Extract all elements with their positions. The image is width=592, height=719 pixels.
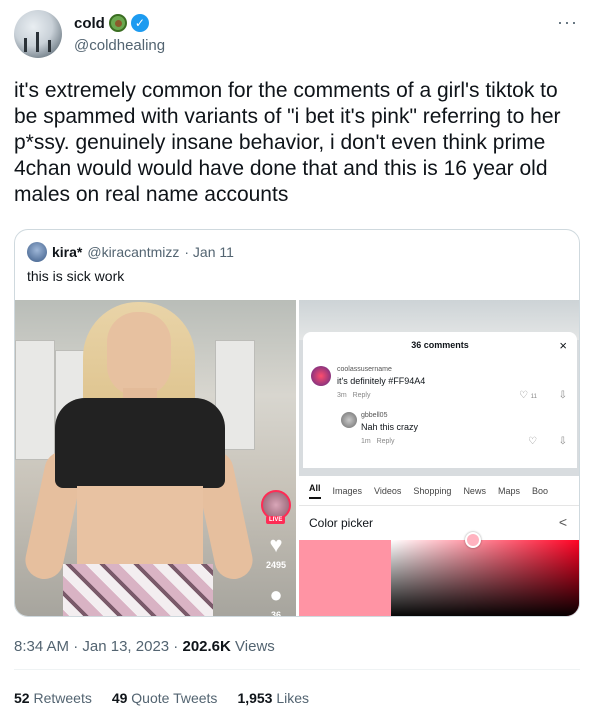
comment-age: 3m <box>337 392 347 399</box>
search-tabs: All Images Videos Shopping News Maps Boo <box>299 476 579 506</box>
tweet-text: it's extremely common for the comments o… <box>14 79 561 206</box>
search-tab[interactable]: Images <box>333 486 363 496</box>
quoted-tweet[interactable]: kira* @kiracantmizz · Jan 11 this is sic… <box>14 229 580 617</box>
quoted-tweet-date[interactable]: · Jan 11 <box>184 244 234 260</box>
tweet-header: cold ✓ @coldhealing ··· <box>14 10 580 60</box>
author-display-name[interactable]: cold <box>74 15 105 32</box>
comment-text: Nah this crazy <box>361 422 419 432</box>
author-avatar[interactable] <box>14 10 62 58</box>
quoted-author-avatar[interactable] <box>27 242 47 262</box>
comment-meta: 3m Reply <box>337 392 370 399</box>
quotes-label: Quote Tweets <box>131 690 218 706</box>
retweets-count: 52 <box>14 690 30 706</box>
like-count: 2495 <box>265 560 287 570</box>
author-handle[interactable]: @coldhealing <box>74 37 165 54</box>
comment-avatar[interactable] <box>341 412 357 428</box>
tweet-time[interactable]: 8:34 AM <box>14 638 69 655</box>
dislike-icon[interactable]: ⇩ <box>559 390 567 401</box>
comment-age: 1m <box>361 438 371 445</box>
search-tab[interactable]: Boo <box>532 486 548 496</box>
dislike-icon[interactable]: ⇩ <box>559 436 567 447</box>
verified-badge-icon: ✓ <box>130 14 149 32</box>
quoted-tweet-text: this is sick work <box>27 268 125 284</box>
search-tab[interactable]: Shopping <box>413 486 451 496</box>
likes-count: 1,953 <box>237 690 273 706</box>
comment-item: coolassusername it's definitely #FF94A4 … <box>311 366 569 406</box>
retweets-stat[interactable]: 52 Retweets <box>14 690 92 706</box>
heart-outline-icon[interactable]: ♡ 11 <box>519 390 537 401</box>
quoted-media-left-image[interactable]: LIVE ♥ 2495 ● 36 ▮ 80 <box>15 300 296 617</box>
color-picker-header: Color picker < <box>299 506 579 540</box>
author-name-row: cold ✓ <box>74 14 149 32</box>
heart-outline-icon[interactable]: ♡ <box>528 436 537 447</box>
quoted-author-handle[interactable]: @kiracantmizz <box>87 244 179 260</box>
search-tab[interactable]: All <box>309 483 321 499</box>
comment-item: gbbell05 Nah this crazy 1m Reply ♡ ⇩ <box>341 412 569 456</box>
search-tab[interactable]: News <box>463 486 486 496</box>
color-picker-knob[interactable] <box>465 532 481 548</box>
tiktok-action-column: LIVE ♥ 2495 ● 36 ▮ 80 <box>259 490 293 617</box>
heart-icon[interactable]: ♥ <box>264 534 288 556</box>
comment-count: 36 <box>270 610 281 617</box>
search-tab[interactable]: Maps <box>498 486 520 496</box>
comments-sheet-title: 36 comments <box>411 340 469 350</box>
comment-icon[interactable]: ● <box>264 584 288 606</box>
views-label: Views <box>235 638 275 655</box>
comment-username[interactable]: coolassusername <box>337 366 392 373</box>
comment-username[interactable]: gbbell05 <box>361 412 387 419</box>
color-swatch <box>299 540 391 616</box>
quoted-author-name[interactable]: kira* <box>52 244 82 260</box>
comment-text: it's definitely #FF94A4 <box>337 376 426 386</box>
color-picker-title: Color picker <box>309 516 374 530</box>
reply-link[interactable]: Reply <box>353 392 371 399</box>
likes-label: Likes <box>276 690 310 706</box>
divider <box>14 669 580 670</box>
live-avatar-icon[interactable]: LIVE <box>261 490 291 524</box>
tweet-timestamp: 8:34 AM · Jan 13, 2023 · 202.6K Views <box>14 638 275 655</box>
retweets-label: Retweets <box>33 690 92 706</box>
live-badge: LIVE <box>266 516 286 524</box>
quotes-stat[interactable]: 49 Quote Tweets <box>112 690 218 706</box>
close-icon[interactable]: × <box>559 338 567 353</box>
comments-sheet: 36 comments × coolassusername it's defin… <box>303 332 577 468</box>
tweet-date[interactable]: Jan 13, 2023 <box>82 638 169 655</box>
share-icon[interactable]: < <box>559 514 567 530</box>
views-count: 202.6K <box>182 638 231 655</box>
engagement-stats: 52 Retweets 49 Quote Tweets 1,953 Likes <box>14 690 309 706</box>
quoted-tweet-header: kira* @kiracantmizz · Jan 11 <box>27 242 234 262</box>
comment-avatar[interactable] <box>311 366 331 386</box>
reply-link[interactable]: Reply <box>377 438 395 445</box>
likes-stat[interactable]: 1,953 Likes <box>237 690 309 706</box>
avocado-emoji-icon <box>108 14 127 32</box>
quotes-count: 49 <box>111 690 128 706</box>
comment-like-count: 11 <box>530 394 537 400</box>
search-tab[interactable]: Videos <box>374 486 401 496</box>
comment-meta: 1m Reply <box>361 438 394 445</box>
more-icon[interactable]: ··· <box>557 12 578 33</box>
quoted-media-right-image[interactable]: 36 comments × coolassusername it's defin… <box>299 300 579 616</box>
color-gradient-area[interactable] <box>391 540 579 616</box>
